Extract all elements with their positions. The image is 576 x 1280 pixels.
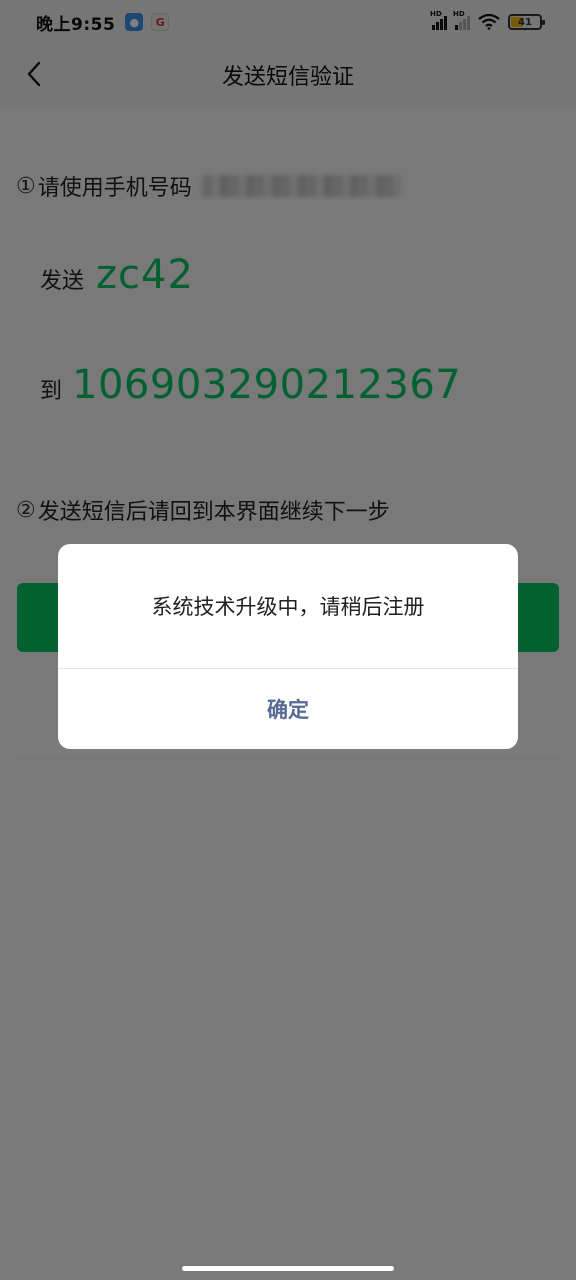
confirm-button[interactable]: 确定 [58,669,518,749]
home-indicator[interactable] [182,1266,394,1271]
dialog-message: 系统技术升级中，请稍后注册 [151,595,425,619]
alert-dialog: 系统技术升级中，请稍后注册 确定 [58,544,518,749]
